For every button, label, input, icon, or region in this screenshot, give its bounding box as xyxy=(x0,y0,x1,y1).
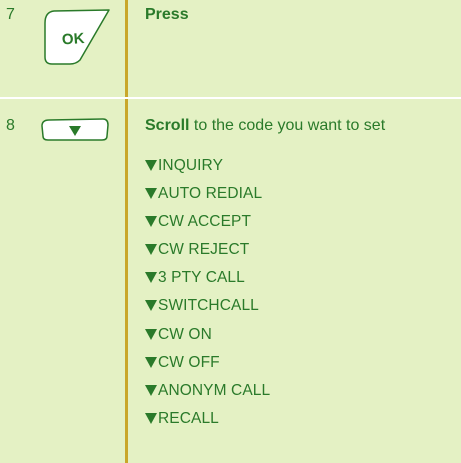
code-label: CW ON xyxy=(158,325,212,343)
row-separator xyxy=(0,97,461,99)
code-item-3-pty-call: 3 PTY CALL xyxy=(145,264,270,292)
down-triangle-icon xyxy=(145,356,157,368)
code-label: CW ACCEPT xyxy=(158,213,252,231)
column-divider xyxy=(125,0,128,463)
code-item-inquiry: INQUIRY xyxy=(145,152,270,180)
down-triangle-icon xyxy=(145,216,157,228)
down-triangle-icon xyxy=(145,188,157,200)
code-label: CW REJECT xyxy=(158,241,250,259)
down-triangle-icon xyxy=(145,160,157,171)
step-8-instruction: Scroll to the code you want to set xyxy=(145,117,385,135)
code-label: SWITCHCALL xyxy=(158,297,259,315)
code-item-recall: RECALL xyxy=(145,405,270,433)
code-label: ANONYM CALL xyxy=(158,381,271,399)
down-triangle-icon xyxy=(145,272,157,284)
code-item-anonym-call: ANONYM CALL xyxy=(145,377,270,405)
code-item-cw-accept: CW ACCEPT xyxy=(145,208,270,236)
down-triangle-icon xyxy=(145,412,157,424)
down-triangle-icon xyxy=(145,244,157,256)
code-item-switchcall: SWITCHCALL xyxy=(145,292,270,320)
step-8-instruction-text: to the code you want to set xyxy=(189,117,386,134)
code-list: INQUIRY AUTO REDIAL CW ACCEPT CW REJECT … xyxy=(145,152,270,433)
code-item-cw-reject: CW REJECT xyxy=(145,236,270,264)
code-label: 3 PTY CALL xyxy=(158,269,245,287)
code-label: INQUIRY xyxy=(158,157,224,174)
ok-key-icon: OK xyxy=(40,8,114,66)
ok-key-label: OK xyxy=(61,30,85,49)
step-7-instruction: Press xyxy=(145,6,189,24)
code-label: CW OFF xyxy=(158,353,220,371)
step-8-instruction-bold: Scroll xyxy=(145,117,190,134)
scroll-down-key-icon xyxy=(39,118,111,142)
step-7-instruction-bold: Press xyxy=(145,6,189,23)
code-item-auto-redial: AUTO REDIAL xyxy=(145,180,270,208)
step-number-7: 7 xyxy=(6,6,15,23)
down-triangle-icon xyxy=(145,300,157,312)
down-triangle-icon xyxy=(145,384,157,396)
down-triangle-icon xyxy=(145,328,157,340)
code-item-cw-on: CW ON xyxy=(145,321,270,349)
code-label: RECALL xyxy=(158,409,219,427)
step-number-8: 8 xyxy=(6,117,15,134)
code-label: AUTO REDIAL xyxy=(158,185,263,203)
code-item-cw-off: CW OFF xyxy=(145,349,270,377)
